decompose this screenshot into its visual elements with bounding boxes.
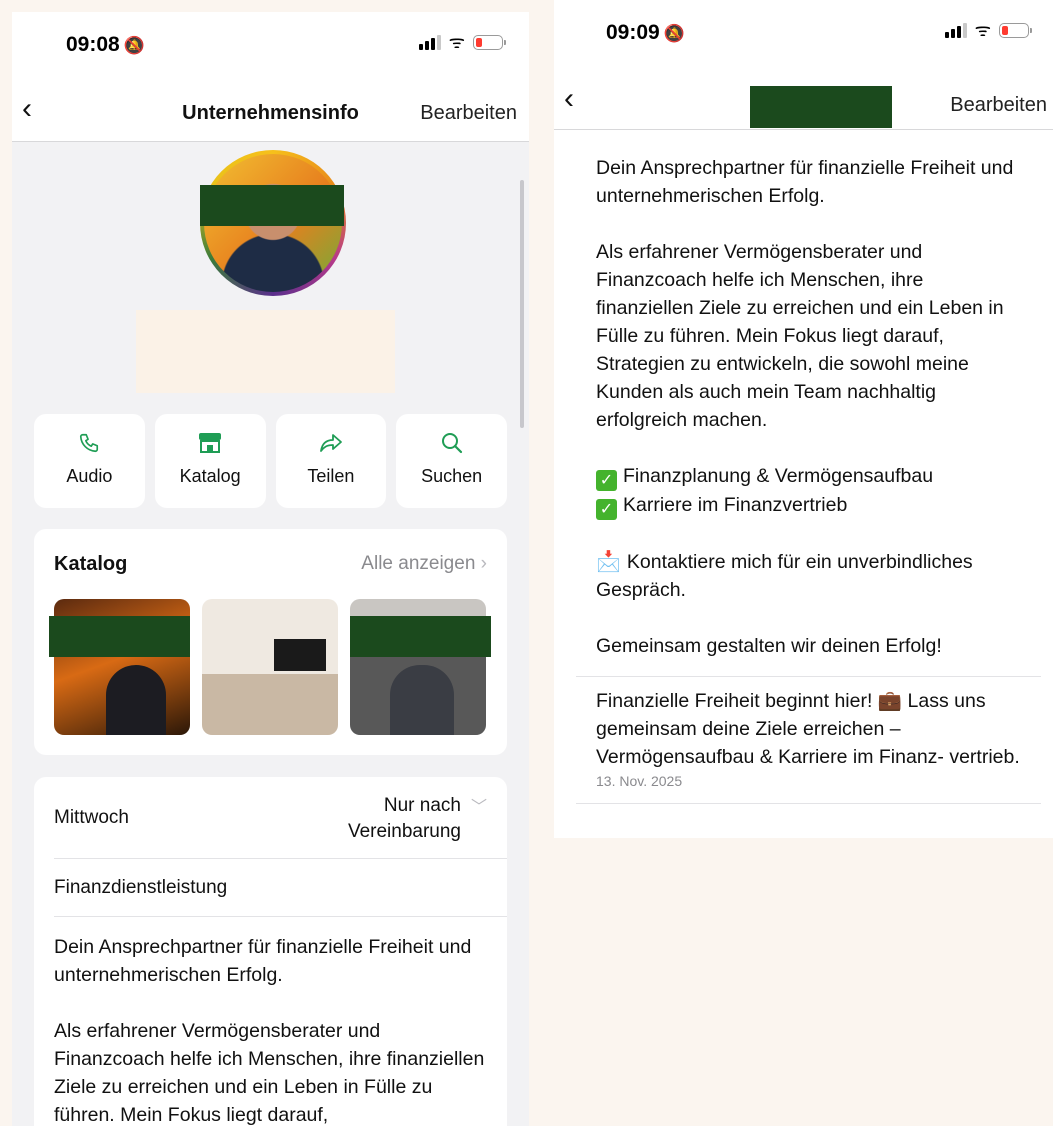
battery-icon [473, 34, 506, 50]
briefcase-icon: 💼 [877, 690, 903, 712]
share-icon [276, 432, 387, 460]
business-description: Dein Ansprechpartner für finanzielle Fre… [576, 138, 1041, 677]
catalog-button[interactable]: Katalog [154, 414, 266, 508]
wifi-icon: ᯤ [448, 32, 465, 52]
edit-button[interactable]: Bearbeiten [950, 94, 1047, 117]
envelope-icon: 📩 [596, 551, 621, 573]
checklist-item: ✓ Finanzplanung & Vermögensaufbau [596, 462, 1021, 491]
contact-line: 📩 Kontaktiere mich für ein unverbindliche… [596, 551, 973, 601]
business-category: Finanzdienstleistung [54, 877, 228, 898]
hours-day: Mittwoch [54, 807, 129, 828]
catalog-title: Katalog [54, 553, 128, 575]
checklist-item: ✓ Karriere im Finanzvertrieb [596, 491, 1021, 520]
redaction-block [750, 86, 892, 128]
bell-slash-icon: 🔕 [123, 36, 145, 55]
chevron-left-icon[interactable]: ‹ [564, 84, 574, 114]
edit-button[interactable]: Bearbeiten [420, 102, 517, 125]
profile-details: Dein Ansprechpartner für finanzielle Fre… [576, 138, 1041, 804]
category-row: Finanzdienstleistung [54, 859, 507, 917]
audio-label: Audio [66, 466, 113, 486]
wifi-icon: ᯤ [974, 20, 991, 40]
storefront-icon [155, 432, 266, 460]
status-icons: ᯤ [418, 32, 506, 52]
see-all-link[interactable]: Alle anzeigen › [361, 553, 487, 575]
search-icon [396, 432, 507, 460]
signal-icon [418, 34, 441, 50]
business-name-placeholder [136, 310, 395, 393]
navigation-bar: ‹ Unternehmensinfo Bearbeiten [12, 82, 529, 142]
status-time: 09:08 🔕 [66, 33, 145, 56]
share-button[interactable]: Teilen [275, 414, 387, 508]
hours-row[interactable]: Mittwoch Nur nach Vereinbarung ﹀ [54, 777, 507, 859]
checkmark-icon: ✓ [596, 470, 617, 491]
search-button[interactable]: Suchen [396, 414, 507, 508]
catalog-label: Katalog [179, 466, 241, 486]
chevron-right-icon: › [480, 553, 487, 574]
checkmark-icon: ✓ [596, 499, 617, 520]
left-screenshot: 09:08 🔕 ᯤ ‹ Unternehmensinfo Bearbeiten A… [12, 12, 529, 1126]
post-date: 13. Nov. 2025 [596, 773, 683, 789]
scrollbar[interactable] [520, 180, 524, 428]
description-body: Als erfahrener Vermögensberater und Fina… [596, 241, 1004, 431]
chevron-down-icon: ﹀ [470, 799, 487, 816]
status-bar: 09:08 🔕 ᯤ [12, 12, 529, 82]
search-label: Suchen [421, 466, 483, 486]
business-description: Dein Ansprechpartner für finanzielle Fre… [54, 936, 485, 1126]
status-time: 09:09 🔕 [606, 21, 685, 44]
closing-line: Gemeinsam gestalten wir deinen Erfolg! [596, 635, 942, 657]
signal-icon [944, 22, 967, 38]
audio-button[interactable]: Audio [34, 414, 145, 508]
share-label: Teilen [307, 466, 355, 486]
bell-slash-icon: 🔕 [663, 24, 685, 43]
battery-icon [999, 22, 1032, 38]
right-screenshot: 09:09 🔕 ᯤ ‹ Bearbeiten Dein Ansprechpartn… [554, 0, 1053, 838]
phone-icon [34, 432, 145, 460]
post-text: Finanzielle Freiheit beginnt hier! 💼 Las… [596, 690, 1020, 768]
redaction-block [350, 616, 491, 657]
description-intro: Dein Ansprechpartner für finanzielle Fre… [596, 157, 1014, 207]
redaction-block [200, 185, 344, 226]
redaction-block [49, 616, 190, 657]
hours-value: Nur nach Vereinbarung [347, 795, 461, 842]
action-buttons: Audio Katalog Teilen Suchen [34, 414, 507, 508]
business-info-card: Mittwoch Nur nach Vereinbarung ﹀ Finanzd… [34, 777, 507, 1126]
status-post[interactable]: Finanzielle Freiheit beginnt hier! 💼 Las… [576, 677, 1041, 804]
catalog-item-2[interactable] [202, 599, 338, 735]
status-icons: ᯤ [944, 20, 1032, 40]
